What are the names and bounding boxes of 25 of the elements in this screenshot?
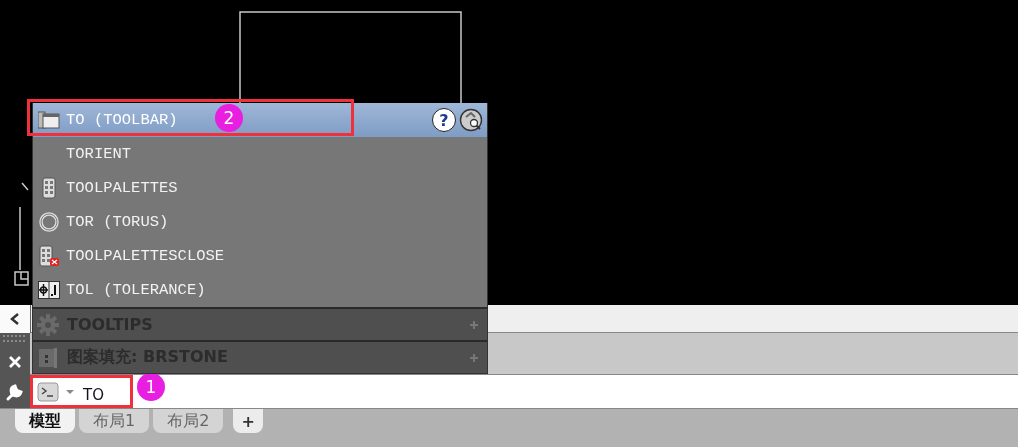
suggestion-item[interactable]: TORIENT (33, 137, 487, 171)
command-prompt-icon[interactable] (37, 381, 59, 402)
torus-icon (39, 212, 59, 232)
close-icon[interactable] (8, 355, 22, 369)
wrench-icon[interactable] (5, 381, 25, 402)
new-tab-button[interactable]: + (233, 409, 263, 433)
palette-icon (40, 177, 58, 199)
layout-tab[interactable]: 布局2 (153, 409, 224, 433)
gear-icon (37, 313, 59, 336)
suggestion-item[interactable]: TOOLPALETTES (33, 171, 487, 205)
caret-icon[interactable] (65, 388, 75, 395)
suggestion-item[interactable]: TOOLPALETTESCLOSE (33, 239, 487, 273)
grip-icon[interactable] (3, 335, 27, 343)
layout-tab[interactable]: 布局1 (79, 409, 150, 433)
callout-number: 1 (137, 373, 165, 401)
help-button[interactable]: ? (432, 108, 456, 132)
suggestion-item[interactable]: TOR (TORUS) (33, 205, 487, 239)
suggestion-item[interactable]: TOL (TOLERANCE) (33, 273, 487, 307)
search-icon[interactable] (459, 108, 483, 132)
hatch-icon (37, 346, 59, 369)
toolbar-icon (38, 111, 60, 129)
layout-tab[interactable]: 模型 (15, 409, 75, 433)
tolerance-icon (38, 281, 60, 299)
command-input-value: TO (83, 385, 104, 404)
palette-close-icon (38, 245, 60, 267)
